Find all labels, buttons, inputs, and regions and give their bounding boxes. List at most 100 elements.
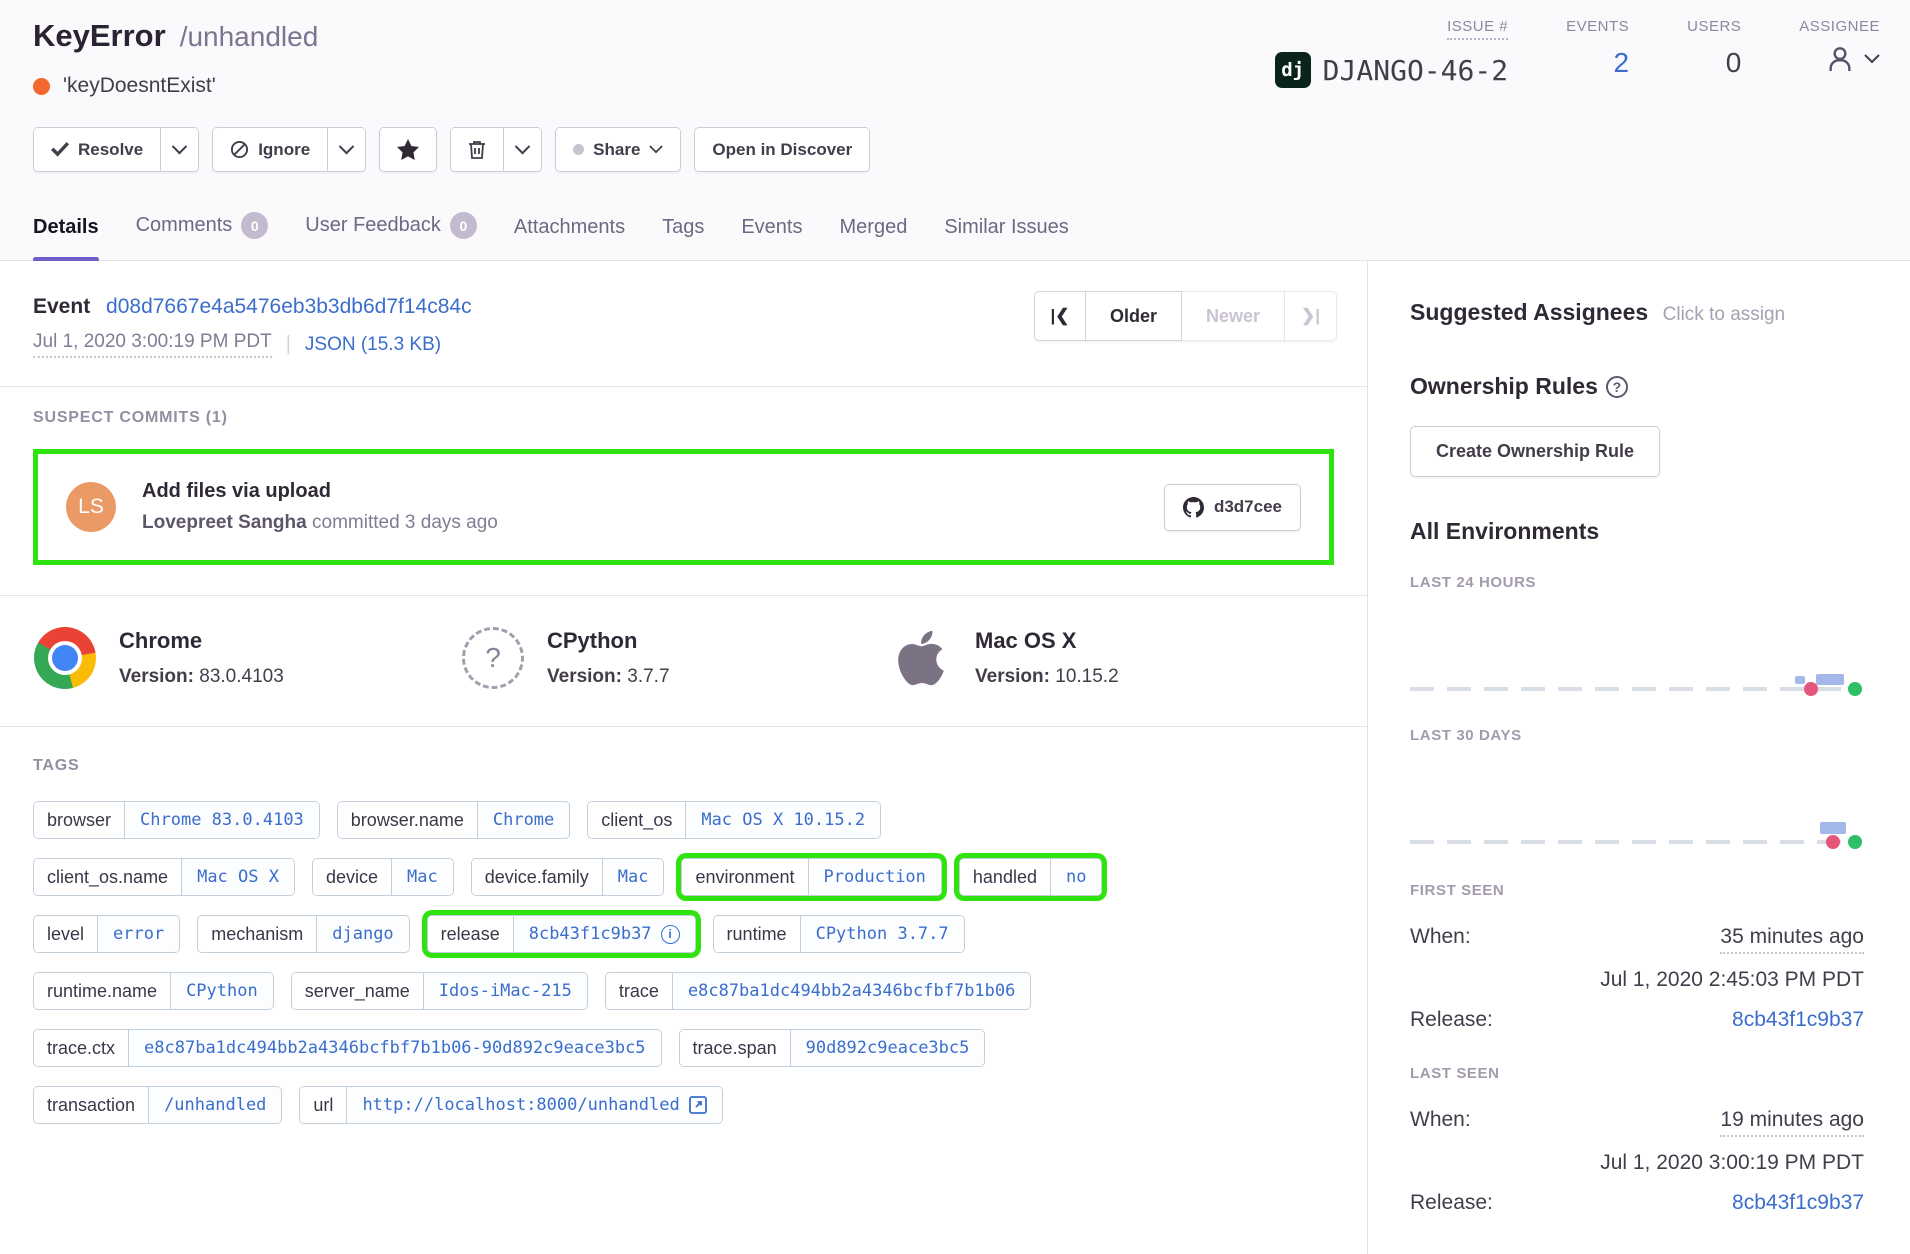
- context-mac-os-x: Mac OS XVersion: 10.15.2: [889, 626, 1119, 690]
- resolve-button-group: Resolve: [33, 127, 199, 172]
- events-label: EVENTS: [1566, 18, 1629, 35]
- tag-pill-client-os-name: client_os.nameMac OS X: [33, 858, 295, 896]
- delete-dropdown-button[interactable]: [503, 128, 541, 171]
- bookmark-star-button[interactable]: [380, 128, 436, 171]
- ignore-button-group: Ignore: [212, 127, 366, 172]
- ignore-dropdown-button[interactable]: [327, 128, 365, 171]
- tag-pill-trace-ctx: trace.ctxe8c87ba1dc494bb2a4346bcfbf7b1b0…: [33, 1029, 662, 1067]
- tag-key: transaction: [34, 1087, 149, 1123]
- event-json-link[interactable]: JSON (15.3 KB): [305, 334, 441, 356]
- ownership-rules-title: Ownership Rules: [1410, 373, 1598, 399]
- last-24-hours-sparkline: [1410, 687, 1860, 691]
- open-in-discover-button[interactable]: Open in Discover: [695, 128, 869, 171]
- last-seen-release-link[interactable]: 8cb43f1c9b37: [1732, 1191, 1864, 1215]
- tag-pill-device: deviceMac: [312, 858, 454, 896]
- star-icon: [397, 139, 419, 160]
- event-date: Jul 1, 2020 3:00:19 PM PDT: [33, 331, 272, 358]
- tag-key: device.family: [472, 859, 603, 895]
- tag-key: trace.ctx: [34, 1030, 129, 1066]
- skip-to-newest-button[interactable]: ❯|: [1285, 291, 1337, 341]
- users-label: USERS: [1687, 18, 1741, 35]
- tab-count-badge: 0: [450, 212, 477, 239]
- external-link-icon[interactable]: [689, 1096, 707, 1114]
- users-count[interactable]: 0: [1726, 47, 1742, 79]
- tag-value-link[interactable]: Idos-iMac-215: [424, 973, 587, 1009]
- older-event-button[interactable]: Older: [1086, 291, 1182, 341]
- last-24-hours-label: LAST 24 HOURS: [1410, 574, 1864, 591]
- tab-label: Events: [741, 216, 802, 239]
- tab-attachments[interactable]: Attachments: [514, 216, 625, 260]
- last-seen-label: LAST SEEN: [1410, 1065, 1864, 1082]
- tag-value-link[interactable]: Mac: [603, 859, 664, 895]
- tag-key: device: [313, 859, 392, 895]
- tag-value-link[interactable]: CPython 3.7.7: [801, 916, 964, 952]
- divider-pipe: |: [286, 333, 291, 356]
- tag-pill-runtime: runtimeCPython 3.7.7: [713, 915, 965, 953]
- tag-pill-handled: handledno: [959, 858, 1103, 896]
- tag-value-link[interactable]: Mac: [392, 859, 453, 895]
- tag-value-link[interactable]: Chrome: [478, 802, 569, 838]
- issue-stats: ISSUE # dj DJANGO-46-2 EVENTS 2 USERS 0 …: [1275, 18, 1880, 88]
- assignee-dropdown[interactable]: [1824, 43, 1880, 75]
- event-id-link[interactable]: d08d7667e4a5476eb3b3db6d7f14c84c: [106, 295, 472, 318]
- tag-key: level: [34, 916, 98, 952]
- tag-value-link[interactable]: django: [317, 916, 408, 952]
- events-count[interactable]: 2: [1614, 47, 1630, 79]
- tab-label: Details: [33, 216, 99, 239]
- share-button[interactable]: Share: [556, 128, 680, 171]
- tag-value-link[interactable]: http://localhost:8000/unhandled: [347, 1087, 721, 1123]
- commit-sha-button[interactable]: d3d7cee: [1164, 484, 1301, 531]
- oldest-event-button[interactable]: |❮: [1034, 291, 1086, 341]
- error-level-dot: [33, 78, 50, 95]
- tab-user-feedback[interactable]: User Feedback0: [305, 212, 477, 260]
- tab-comments[interactable]: Comments0: [136, 212, 269, 260]
- chevron-down-icon: [649, 145, 663, 154]
- tab-label: Attachments: [514, 216, 625, 239]
- info-icon[interactable]: i: [661, 925, 680, 944]
- tab-details[interactable]: Details: [33, 216, 99, 260]
- tag-pill-transaction: transaction/unhandled: [33, 1086, 282, 1124]
- tag-value-link[interactable]: error: [98, 916, 179, 952]
- tab-similar-issues[interactable]: Similar Issues: [944, 216, 1068, 260]
- resolve-button[interactable]: Resolve: [34, 128, 160, 171]
- tag-key: url: [300, 1087, 347, 1123]
- delete-button[interactable]: [451, 128, 503, 171]
- resolve-dropdown-button[interactable]: [160, 128, 198, 171]
- first-seen-release-link[interactable]: 8cb43f1c9b37: [1732, 1008, 1864, 1032]
- user-icon: [1824, 43, 1856, 75]
- tag-value-link[interactable]: Mac OS X: [182, 859, 294, 895]
- context-name: Mac OS X: [975, 628, 1119, 654]
- tag-value-link[interactable]: Production: [809, 859, 941, 895]
- tag-row: runtime.nameCPythonserver_nameIdos-iMac-…: [33, 972, 1334, 1010]
- sparkline-bar: [1795, 676, 1805, 684]
- tag-pill-mechanism: mechanismdjango: [197, 915, 409, 953]
- tag-value-link[interactable]: e8c87ba1dc494bb2a4346bcfbf7b1b06-90d892c…: [129, 1030, 661, 1066]
- create-ownership-rule-button[interactable]: Create Ownership Rule: [1410, 426, 1660, 477]
- tab-tags[interactable]: Tags: [662, 216, 704, 260]
- tag-value-link[interactable]: 90d892c9eace3bc5: [791, 1030, 985, 1066]
- tag-value-link[interactable]: 8cb43f1c9b37i: [514, 916, 695, 952]
- tag-value-link[interactable]: Chrome 83.0.4103: [125, 802, 319, 838]
- issue-title: KeyError: [33, 18, 166, 54]
- tag-key: runtime.name: [34, 973, 171, 1009]
- tag-value-link[interactable]: e8c87ba1dc494bb2a4346bcfbf7b1b06: [673, 973, 1031, 1009]
- first-seen-relative: 35 minutes ago: [1720, 925, 1864, 954]
- tab-events[interactable]: Events: [741, 216, 802, 260]
- tag-pill-level: levelerror: [33, 915, 180, 953]
- ignore-button[interactable]: Ignore: [213, 128, 327, 171]
- first-seen-absolute: Jul 1, 2020 2:45:03 PM PDT: [1410, 968, 1864, 992]
- newer-event-button[interactable]: Newer: [1182, 291, 1285, 341]
- tag-row: client_os.nameMac OS XdeviceMacdevice.fa…: [33, 858, 1334, 896]
- tag-value-link[interactable]: Mac OS X 10.15.2: [686, 802, 880, 838]
- tab-merged[interactable]: Merged: [840, 216, 908, 260]
- tag-value-link[interactable]: /unhandled: [149, 1087, 281, 1123]
- stat-events: EVENTS 2: [1566, 18, 1629, 88]
- tag-key: client_os.name: [34, 859, 182, 895]
- tag-value-link[interactable]: no: [1051, 859, 1101, 895]
- tag-pill-runtime-name: runtime.nameCPython: [33, 972, 274, 1010]
- share-status-dot: [573, 144, 584, 155]
- help-icon[interactable]: ?: [1606, 376, 1628, 398]
- tag-pill-browser: browserChrome 83.0.4103: [33, 801, 320, 839]
- tag-key: environment: [682, 859, 808, 895]
- tag-value-link[interactable]: CPython: [171, 973, 273, 1009]
